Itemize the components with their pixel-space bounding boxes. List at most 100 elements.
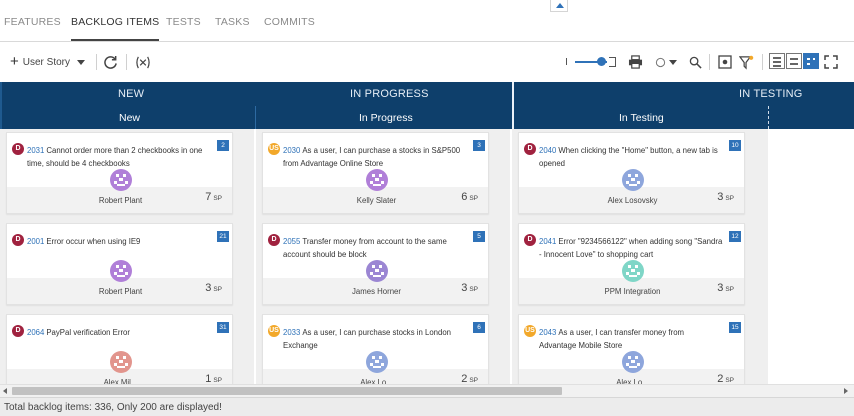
story-points[interactable]: 2 SP — [717, 373, 734, 384]
scroll-right-icon[interactable] — [844, 388, 848, 394]
tab-commits[interactable]: COMMITS — [264, 16, 315, 28]
horizontal-scrollbar[interactable] — [0, 384, 854, 397]
card-title: 2043 As a user, I can transfer money from… — [539, 326, 723, 352]
filter-button[interactable] — [739, 53, 754, 71]
avatar — [366, 169, 388, 191]
chevron-down-icon[interactable] — [77, 59, 85, 65]
story-points-value: 7 — [205, 191, 212, 203]
column-header-in-testing[interactable]: In Testing — [619, 112, 664, 124]
story-points[interactable]: 6 SP — [461, 191, 478, 203]
column-divider — [255, 106, 256, 129]
card-settings-button[interactable] — [718, 53, 732, 71]
toolbar: + User Story — [0, 43, 854, 81]
item-id-link[interactable]: 2001 — [27, 237, 44, 246]
grid-view-icon[interactable] — [803, 53, 819, 69]
avatar — [110, 351, 132, 373]
owner-name[interactable]: Kelly Slater — [263, 196, 488, 205]
rank-badge: 21 — [217, 231, 229, 242]
list-view-icon[interactable] — [769, 53, 785, 69]
card-title: 2040 When clicking the "Home" button, a n… — [539, 144, 723, 170]
story-points[interactable]: 3 SP — [205, 282, 222, 294]
plus-icon: + — [10, 53, 19, 70]
fullscreen-button[interactable] — [824, 53, 838, 71]
card-size-slider[interactable] — [566, 55, 616, 69]
backlog-card[interactable]: US 2033 As a user, I can purchase stocks i… — [262, 314, 489, 384]
item-id-link[interactable]: 2055 — [283, 237, 300, 246]
owner-name[interactable]: PPM Integration — [519, 287, 744, 296]
color-filter-dropdown[interactable] — [655, 53, 677, 71]
column-header-in-progress[interactable]: In Progress — [359, 112, 413, 124]
backlog-card[interactable]: D 2041 Error "9234566122" when adding song… — [518, 223, 745, 305]
owner-name[interactable]: Robert Plant — [7, 196, 232, 205]
search-icon — [689, 56, 702, 69]
item-title: As a user, I can purchase a stocks in S&… — [283, 146, 461, 168]
story-points-value: 3 — [461, 282, 468, 294]
backlog-card[interactable]: US 2030 As a user, I can purchase a stocks… — [262, 132, 489, 214]
settings-icon — [718, 55, 732, 69]
owner-name[interactable]: James Horner — [263, 287, 488, 296]
story-points[interactable]: 1 SP — [205, 373, 222, 384]
story-points[interactable]: 3 SP — [717, 191, 734, 203]
toolbar-divider — [126, 54, 127, 70]
story-points[interactable]: 7 SP — [205, 191, 222, 203]
rank-badge: 5 — [473, 231, 485, 242]
add-user-story-button[interactable]: + User Story — [10, 53, 85, 71]
item-id-link[interactable]: 2064 — [27, 328, 44, 337]
item-type-badge: US — [268, 325, 280, 337]
item-id-link[interactable]: 2031 — [27, 146, 44, 155]
backlog-card[interactable]: US 2043 As a user, I can transfer money fr… — [518, 314, 745, 384]
item-id-link[interactable]: 2040 — [539, 146, 556, 155]
rank-badge: 10 — [729, 140, 741, 151]
search-button[interactable] — [689, 53, 702, 71]
backlog-card[interactable]: D 2055 Transfer money from account to the … — [262, 223, 489, 305]
owner-name[interactable]: Robert Plant — [7, 287, 232, 296]
item-id-link[interactable]: 2041 — [539, 237, 556, 246]
item-id-link[interactable]: 2033 — [283, 328, 300, 337]
collapse-panel-handle[interactable] — [550, 0, 568, 12]
tab-backlog-items[interactable]: BACKLOG ITEMS — [71, 16, 160, 41]
module-tabs: FEATURES BACKLOG ITEMS TESTS TASKS COMMI… — [0, 0, 854, 42]
avatar — [622, 260, 644, 282]
refresh-icon — [104, 55, 117, 69]
board-view-icon[interactable] — [786, 53, 802, 69]
backlog-card[interactable]: D 2001 Error occur when using IE9 21 Robert … — [6, 223, 233, 305]
story-points[interactable]: 3 SP — [461, 282, 478, 294]
refresh-button[interactable] — [103, 53, 118, 71]
story-points-unit: SP — [213, 377, 222, 384]
item-type-badge: D — [12, 234, 24, 246]
print-button[interactable] — [628, 53, 643, 71]
group-by-button[interactable] — [134, 53, 152, 71]
tab-tasks[interactable]: TASKS — [215, 16, 250, 28]
story-points-unit: SP — [725, 286, 734, 293]
slider-handle[interactable] — [597, 57, 606, 66]
avatar — [366, 351, 388, 373]
scrollbar-thumb[interactable] — [12, 387, 562, 395]
story-points-value: 6 — [461, 191, 468, 203]
story-points[interactable]: 2 SP — [461, 373, 478, 384]
item-id-link[interactable]: 2030 — [283, 146, 300, 155]
item-type-badge: D — [268, 234, 280, 246]
print-icon — [628, 55, 643, 69]
story-points[interactable]: 3 SP — [717, 282, 734, 294]
toolbar-divider — [96, 54, 97, 70]
avatar — [366, 260, 388, 282]
backlog-card[interactable]: D 2040 When clicking the "Home" button, a … — [518, 132, 745, 214]
status-bar: Total backlog items: 336, Only 200 are d… — [0, 397, 854, 416]
column-header-new[interactable]: New — [119, 112, 140, 124]
tab-tests[interactable]: TESTS — [166, 16, 201, 28]
tab-features[interactable]: FEATURES — [4, 16, 61, 28]
item-title: PayPal verification Error — [46, 328, 130, 337]
card-title: 2031 Cannot order more than 2 checkbooks … — [27, 144, 211, 170]
item-title: When clicking the "Home" button, a new t… — [539, 146, 718, 168]
story-points-unit: SP — [725, 377, 734, 384]
story-points-value: 2 — [717, 373, 724, 384]
item-title: As a user, I can purchase stocks in Lond… — [283, 328, 452, 350]
card-title: 2033 As a user, I can purchase stocks in … — [283, 326, 467, 352]
backlog-card[interactable]: D 2031 Cannot order more than 2 checkbooks… — [6, 132, 233, 214]
owner-name[interactable]: Alex Losovsky — [519, 196, 744, 205]
circle-icon — [655, 57, 666, 67]
card-title: 2055 Transfer money from account to the s… — [283, 235, 467, 261]
scroll-left-icon[interactable] — [3, 388, 7, 394]
item-id-link[interactable]: 2043 — [539, 328, 556, 337]
backlog-card[interactable]: D 2064 PayPal verification Error 31 Alex Mil… — [6, 314, 233, 384]
